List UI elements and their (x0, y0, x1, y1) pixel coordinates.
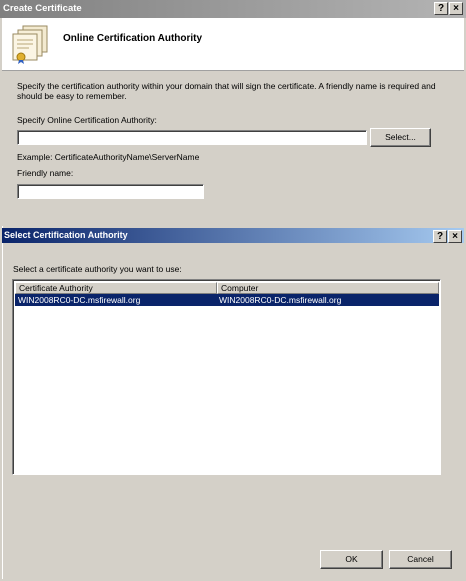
row-computer: WIN2008RC0-DC.msfirewall.org (219, 295, 342, 305)
cancel-button[interactable]: Cancel (389, 550, 452, 569)
outer-help-button[interactable]: ? (434, 2, 448, 15)
outer-window-title: Create Certificate (3, 3, 82, 14)
table-row[interactable]: WIN2008RC0-DC.msfirewall.org WIN2008RC0-… (15, 294, 439, 306)
friendly-name-input[interactable] (17, 184, 204, 199)
description-text: Specify the certification authority with… (17, 81, 436, 101)
inner-title-bar: Select Certification Authority (2, 228, 464, 243)
ca-list[interactable]: Certificate Authority Computer WIN2008RC… (12, 279, 441, 475)
ca-input[interactable] (17, 130, 367, 145)
column-header-authority[interactable]: Certificate Authority (15, 282, 217, 294)
row-authority: WIN2008RC0-DC.msfirewall.org (18, 295, 141, 305)
ok-button[interactable]: OK (320, 550, 383, 569)
select-button[interactable]: Select... (370, 128, 431, 147)
inner-window-title: Select Certification Authority (4, 230, 128, 240)
header-panel: Online Certification Authority (2, 18, 464, 71)
column-header-computer[interactable]: Computer (217, 282, 439, 294)
friendly-name-label: Friendly name: (17, 168, 74, 178)
inner-help-button[interactable]: ? (433, 230, 447, 243)
select-prompt: Select a certificate authority you want … (13, 264, 182, 274)
example-text: Example: CertificateAuthorityName\Server… (17, 152, 200, 162)
certificate-icon (12, 25, 48, 64)
ca-label: Specify Online Certification Authority: (17, 115, 157, 125)
outer-close-button[interactable]: × (449, 2, 463, 15)
page-title: Online Certification Authority (63, 33, 203, 44)
inner-close-button[interactable]: × (448, 230, 462, 243)
outer-title-bar: Create Certificate (0, 0, 466, 18)
